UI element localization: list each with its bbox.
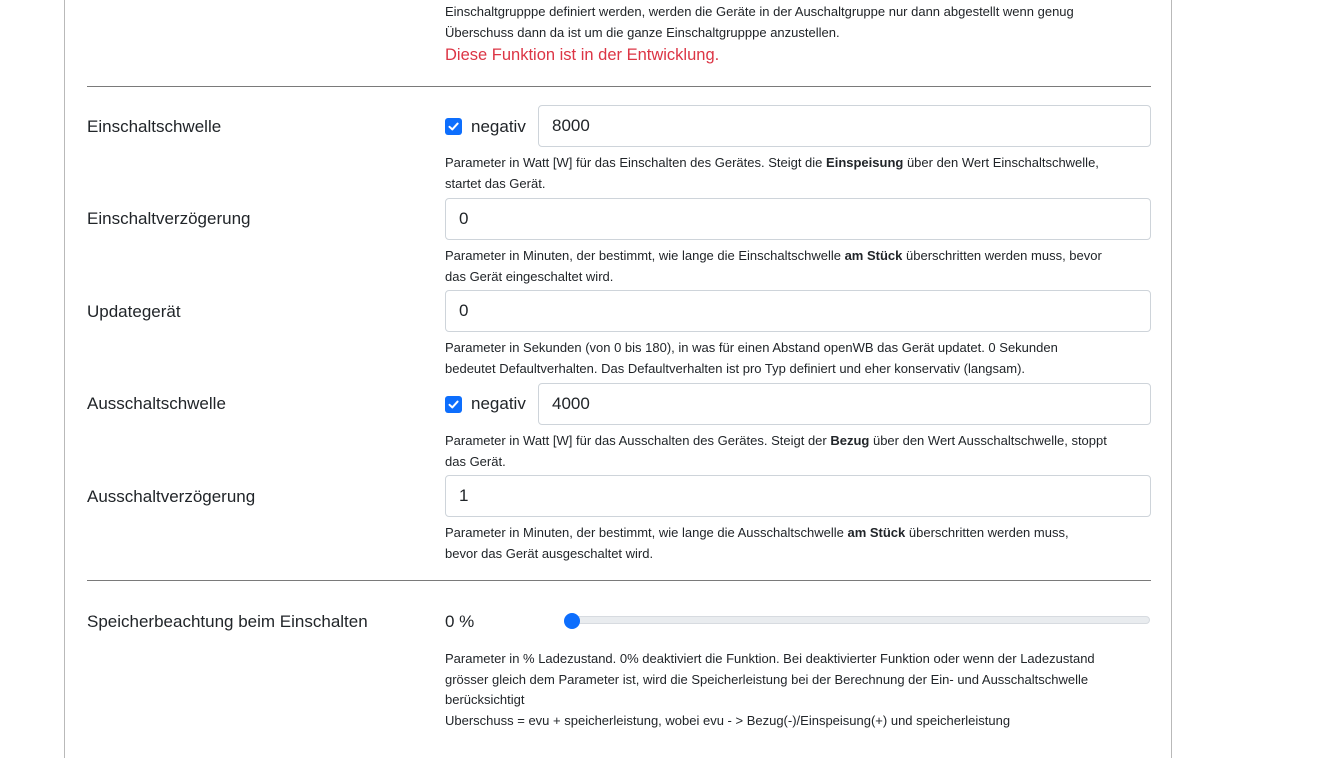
ausschaltverzoegerung-input[interactable] — [445, 475, 1151, 517]
speicherbeachtung-slider-thumb[interactable] — [564, 613, 580, 629]
einschaltschwelle-label: Einschaltschwelle — [87, 117, 222, 136]
speicherbeachtung-label: Speicherbeachtung beim Einschalten — [87, 612, 368, 631]
einschaltschwelle-negativ-checkbox[interactable] — [445, 118, 462, 135]
einschaltverzoegerung-input[interactable] — [445, 198, 1151, 240]
speicherbeachtung-help-line1: Parameter in % Ladezustand. 0% deaktivie… — [445, 651, 1095, 666]
ausschaltschwelle-input[interactable] — [538, 383, 1151, 425]
ausschaltverzoegerung-help-line2: bevor das Gerät ausgeschaltet wird. — [445, 546, 654, 561]
intro-text-line2: Überschuss dann da ist um die ganze Eins… — [445, 25, 840, 40]
updategeraet-label: Updategerät — [87, 302, 181, 321]
speicherbeachtung-value: 0 % — [445, 612, 475, 631]
einschaltverzoegerung-help-line2: das Gerät eingeschaltet wird. — [445, 269, 614, 284]
einschaltverzoegerung-label: Einschaltverzögerung — [87, 209, 251, 228]
speicherbeachtung-help-line3: berücksichtigt — [445, 692, 525, 707]
updategeraet-help-line2: bedeutet Defaultverhalten. Das Defaultve… — [445, 361, 1026, 376]
ausschaltschwelle-negativ-checkbox[interactable] — [445, 396, 462, 413]
ausschaltverzoegerung-label: Ausschaltverzögerung — [87, 487, 256, 506]
ausschaltschwelle-help-line1: Parameter in Watt [W] für das Ausschalte… — [445, 433, 1107, 448]
intro-text-line1: Einschaltgrupppe definiert werden, werde… — [445, 4, 1074, 19]
speicherbeachtung-help-line4: Uberschuss = evu + speicherleistung, wob… — [445, 713, 1011, 728]
ausschaltverzoegerung-help-line1: Parameter in Minuten, der bestimmt, wie … — [445, 525, 1069, 540]
einschaltschwelle-help-line1: Parameter in Watt [W] für das Einschalte… — [445, 155, 1099, 170]
checkmark-icon — [448, 400, 459, 409]
einschaltschwelle-negativ-label[interactable]: negativ — [471, 117, 526, 137]
ausschaltschwelle-negativ-label[interactable]: negativ — [471, 394, 526, 414]
einschaltverzoegerung-help-line1: Parameter in Minuten, der bestimmt, wie … — [445, 248, 1102, 263]
updategeraet-input[interactable] — [445, 290, 1151, 332]
ausschaltschwelle-label: Ausschaltschwelle — [87, 394, 226, 413]
ausschaltschwelle-help-line2: das Gerät. — [445, 454, 506, 469]
speicherbeachtung-slider-track[interactable] — [565, 616, 1150, 624]
section-divider — [87, 86, 1151, 87]
development-warning: Diese Funktion ist in der Entwicklung. — [445, 46, 720, 64]
checkmark-icon — [448, 122, 459, 131]
updategeraet-help-line1: Parameter in Sekunden (von 0 bis 180), i… — [445, 340, 1058, 355]
einschaltschwelle-input[interactable] — [538, 105, 1151, 147]
section-divider — [87, 580, 1151, 581]
einschaltschwelle-help-line2: startet das Gerät. — [445, 176, 546, 191]
speicherbeachtung-help-line2: grösser gleich dem Parameter ist, wird d… — [445, 672, 1089, 687]
